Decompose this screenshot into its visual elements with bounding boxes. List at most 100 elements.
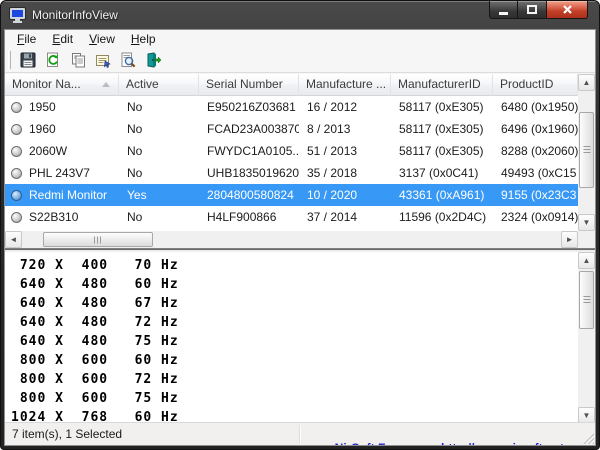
display-mode-line[interactable]: 800 X 600 60 Hz xyxy=(11,351,578,370)
vertical-scroll-thumb[interactable] xyxy=(579,112,594,188)
table-row[interactable]: 1950NoE950216Z0368116 / 201258117 (0xE30… xyxy=(5,96,578,118)
column-header-serial[interactable]: Serial Number xyxy=(199,74,299,96)
app-icon xyxy=(10,8,26,22)
cell-text: 6496 (0x1960) xyxy=(501,122,578,136)
sort-ascending-icon xyxy=(102,82,110,87)
cell-product_id: 49493 (0xC15 xyxy=(493,162,578,184)
column-header-active[interactable]: Active xyxy=(119,74,199,96)
refresh-icon xyxy=(45,52,61,68)
cell-manufacturer_id: 58117 (0xE305) xyxy=(391,96,493,118)
cell-text: 43361 (0xA961) xyxy=(399,188,484,202)
list-vertical-scrollbar[interactable]: ▲ ▼ xyxy=(578,74,595,231)
cell-active: Yes xyxy=(119,184,199,206)
monitor-icon xyxy=(11,124,22,135)
close-button[interactable] xyxy=(546,1,588,19)
cell-text: 11596 (0x2D4C) xyxy=(399,210,486,224)
cell-name: Redmi Monitor xyxy=(5,184,119,206)
scroll-up-icon[interactable]: ▲ xyxy=(578,74,595,91)
column-header-manufacture[interactable]: Manufacture ... xyxy=(299,74,391,96)
menu-item-view[interactable]: View xyxy=(81,31,123,47)
cell-manufacture: 8 / 2013 xyxy=(299,118,391,140)
cell-text: No xyxy=(127,166,142,180)
cell-text: E950216Z03681 xyxy=(207,100,296,114)
column-header-product_id[interactable]: ProductID xyxy=(493,74,578,96)
scroll-down-icon[interactable]: ▼ xyxy=(578,214,595,231)
details-vertical-scrollbar[interactable]: ▲ ▼ xyxy=(578,252,595,424)
monitor-icon xyxy=(11,146,22,157)
refresh-button[interactable] xyxy=(40,49,65,71)
close-icon xyxy=(562,4,573,15)
status-item-count: 7 item(s), 1 Selected xyxy=(12,427,122,441)
table-row[interactable]: PHL 243V7NoUHB183501962035 / 20183137 (0… xyxy=(5,162,578,184)
menu-item-edit[interactable]: Edit xyxy=(44,31,81,47)
table-row[interactable]: 2060WNoFWYDC1A0105...51 / 201358117 (0xE… xyxy=(5,140,578,162)
display-mode-line[interactable]: 800 X 600 72 Hz xyxy=(11,370,578,389)
display-mode-line[interactable]: 640 X 480 72 Hz xyxy=(11,313,578,332)
cell-manufacture: 51 / 2013 xyxy=(299,140,391,162)
cell-active: No xyxy=(119,96,199,118)
table-row[interactable]: Redmi MonitorYes280480058082410 / 202043… xyxy=(5,184,578,206)
cell-text: 58117 (0xE305) xyxy=(399,122,484,136)
cell-text: No xyxy=(127,144,142,158)
cell-manufacture: 10 / 2020 xyxy=(299,184,391,206)
display-mode-line[interactable]: 800 X 600 75 Hz xyxy=(11,389,578,408)
cell-text: No xyxy=(127,100,142,114)
display-mode-line[interactable]: 640 X 480 67 Hz xyxy=(11,294,578,313)
cell-text: 58117 (0xE305) xyxy=(399,100,484,114)
properties-button[interactable] xyxy=(90,49,115,71)
cell-active: No xyxy=(119,162,199,184)
vertical-scroll-thumb[interactable] xyxy=(579,271,594,329)
window-title: MonitorInfoView xyxy=(32,8,118,22)
horizontal-scroll-thumb[interactable] xyxy=(43,232,153,247)
cell-manufacturer_id: 11596 (0x2D4C) xyxy=(391,206,493,228)
cell-text: 1960 xyxy=(29,122,56,136)
scroll-left-icon[interactable]: ◄ xyxy=(5,231,22,248)
exit-button[interactable] xyxy=(140,49,165,71)
cell-manufacturer_id: 43361 (0xA961) xyxy=(391,184,493,206)
cell-serial: FWYDC1A0105... xyxy=(199,140,299,162)
app-window: MonitorInfoView FileEditViewHelp xyxy=(0,0,600,450)
display-mode-line[interactable]: 640 X 480 60 Hz xyxy=(11,275,578,294)
display-mode-line[interactable]: 640 X 480 75 Hz xyxy=(11,332,578,351)
cell-text: 37 / 2014 xyxy=(307,210,357,224)
cell-name: 2060W xyxy=(5,140,119,162)
display-mode-line[interactable]: 720 X 400 70 Hz xyxy=(11,256,578,275)
save-button[interactable] xyxy=(15,49,40,71)
cell-text: 9155 (0x23C3 xyxy=(501,188,576,202)
copy-button[interactable] xyxy=(65,49,90,71)
scroll-right-icon[interactable]: ► xyxy=(561,231,578,248)
list-header: Monitor Na...ActiveSerial Number Manufact… xyxy=(5,74,578,96)
menu-item-help[interactable]: Help xyxy=(123,31,164,47)
cell-product_id: 8288 (0x2060) xyxy=(493,140,578,162)
cell-name: 1950 xyxy=(5,96,119,118)
list-horizontal-scrollbar[interactable]: ◄ ► xyxy=(5,231,578,248)
cell-text: 49493 (0xC15 xyxy=(501,166,576,180)
title-bar[interactable]: MonitorInfoView xyxy=(4,1,596,29)
column-header-name[interactable]: Monitor Na... xyxy=(5,74,119,96)
column-header-label: Manufacture ... xyxy=(306,77,386,91)
menu-item-file[interactable]: File xyxy=(9,31,44,47)
cell-text: UHB1835019620 xyxy=(207,166,299,180)
cell-text: 3137 (0x0C41) xyxy=(399,166,478,180)
cell-text: S22B310 xyxy=(29,210,78,224)
cell-text: 2324 (0x0914) xyxy=(501,210,578,224)
resize-grip[interactable] xyxy=(581,431,594,444)
maximize-icon xyxy=(527,5,538,15)
save-icon xyxy=(20,52,36,68)
cell-text: 6480 (0x1950) xyxy=(501,100,578,114)
exit-icon xyxy=(145,52,161,68)
minimize-button[interactable] xyxy=(489,1,518,19)
monitor-icon xyxy=(11,212,22,223)
scroll-up-icon[interactable]: ▲ xyxy=(578,252,595,269)
client-area: FileEditViewHelp xyxy=(4,29,596,446)
cell-text: No xyxy=(127,210,142,224)
cell-active: No xyxy=(119,206,199,228)
maximize-button[interactable] xyxy=(518,1,546,19)
find-button[interactable] xyxy=(115,49,140,71)
column-header-manufacturer_id[interactable]: ManufacturerID xyxy=(391,74,493,96)
cell-product_id: 9155 (0x23C3 xyxy=(493,184,578,206)
table-row[interactable]: S22B310NoH4LF90086637 / 201411596 (0x2D4… xyxy=(5,206,578,228)
nirsoft-url-link[interactable]: http://www.nirsoft.net xyxy=(441,441,564,446)
table-row[interactable]: 1960NoFCAD23A0038708 / 201358117 (0xE305… xyxy=(5,118,578,140)
status-separator xyxy=(299,425,300,443)
